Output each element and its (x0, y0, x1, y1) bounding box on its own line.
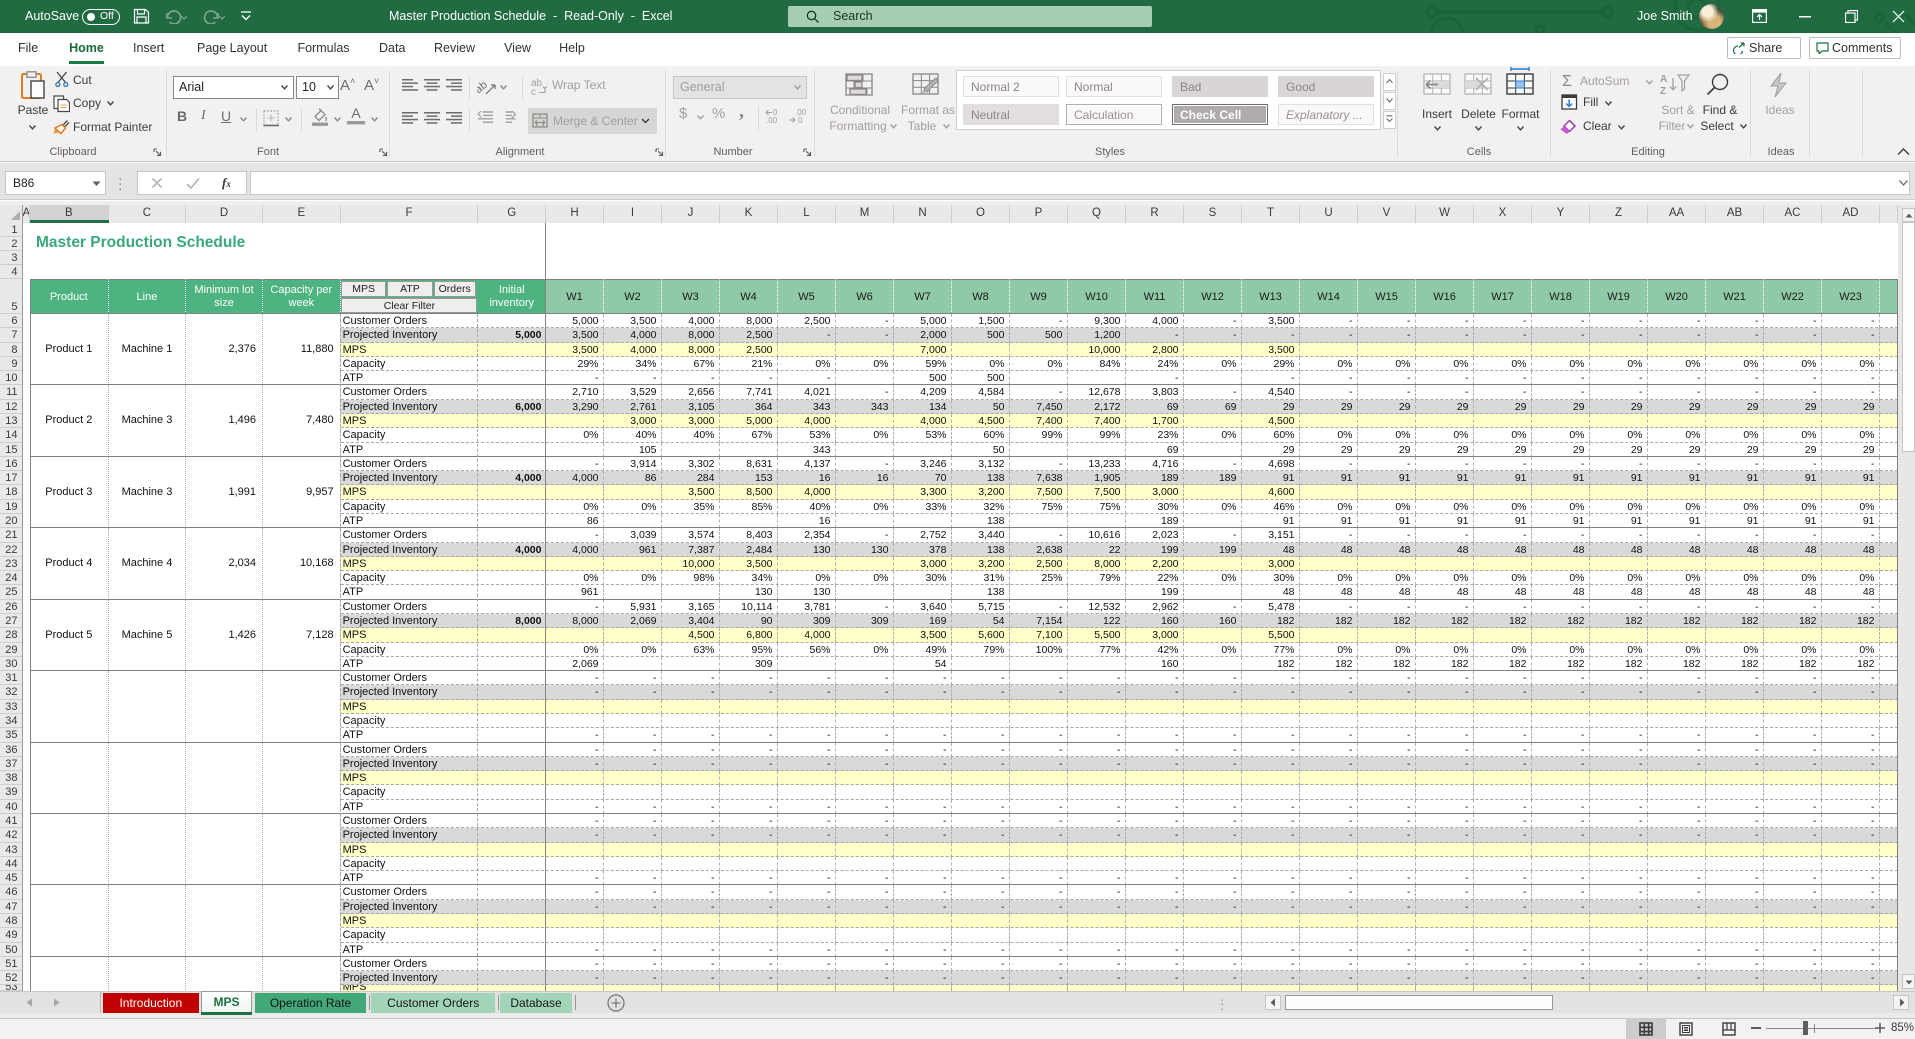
svg-text:Z: Z (1660, 86, 1666, 97)
svg-text:.00: .00 (766, 116, 778, 125)
svg-text:c: c (531, 87, 536, 96)
svg-text:0: 0 (798, 116, 803, 125)
svg-text:A: A (1660, 74, 1667, 85)
